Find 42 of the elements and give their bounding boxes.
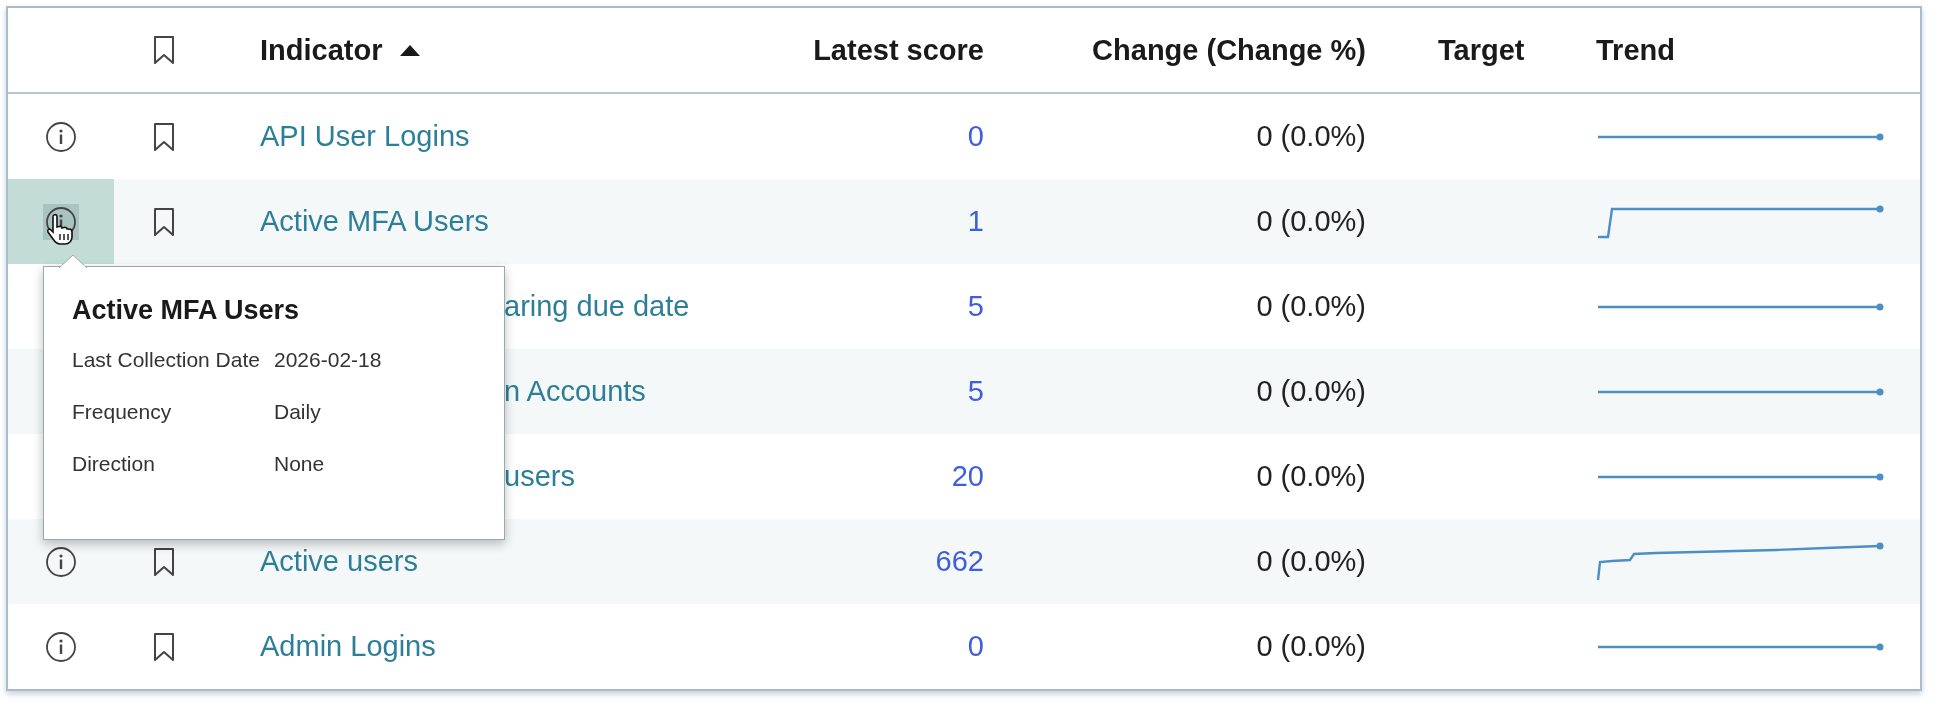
indicator-link[interactable]: Active users	[260, 545, 418, 578]
detail-value: None	[274, 452, 326, 476]
info-icon[interactable]	[45, 545, 77, 578]
bookmark-icon[interactable]	[153, 546, 175, 577]
detail-label: Last Collection Date	[72, 348, 261, 372]
indicator-link[interactable]: aring due date	[504, 290, 690, 323]
bookmark-icon[interactable]	[153, 631, 175, 662]
score-link[interactable]: 662	[935, 545, 984, 578]
detail-value: Daily	[274, 400, 322, 424]
column-header[interactable]: Indicator	[260, 33, 421, 67]
column-header[interactable]: Trend	[1596, 33, 1675, 67]
indicator-link[interactable]: API User Logins	[260, 120, 470, 153]
indicator-link[interactable]: n Accounts	[504, 375, 646, 408]
indicator-link[interactable]: users	[504, 460, 575, 493]
column-header[interactable]: Latest score	[813, 33, 984, 67]
detail-label: Frequency	[72, 400, 173, 424]
detail-label: Direction	[72, 452, 156, 476]
change-value: 0 (0.0%)	[1256, 545, 1366, 578]
score-link[interactable]: 0	[967, 120, 984, 153]
score-link[interactable]: 1	[967, 205, 984, 238]
change-value: 0 (0.0%)	[1256, 630, 1366, 663]
info-icon[interactable]	[45, 630, 77, 663]
score-link[interactable]: 5	[967, 290, 984, 323]
indicator-link[interactable]: Active MFA Users	[260, 205, 489, 238]
bookmark-icon[interactable]	[153, 206, 175, 237]
score-link[interactable]: 20	[951, 460, 984, 493]
change-value: 0 (0.0%)	[1256, 375, 1366, 408]
change-value: 0 (0.0%)	[1256, 290, 1366, 323]
column-header[interactable]: Change (Change %)	[1092, 33, 1366, 67]
bookmark-icon[interactable]	[153, 35, 175, 65]
score-link[interactable]: 5	[967, 375, 984, 408]
info-icon[interactable]	[45, 120, 77, 153]
column-header[interactable]: Target	[1438, 33, 1525, 67]
indicator-link[interactable]: Admin Logins	[260, 630, 436, 663]
tooltip-title: Active MFA Users	[72, 295, 301, 326]
change-value: 0 (0.0%)	[1256, 205, 1366, 238]
pointer-cursor-icon	[46, 213, 74, 245]
change-value: 0 (0.0%)	[1256, 120, 1366, 153]
score-link[interactable]: 0	[967, 630, 984, 663]
change-value: 0 (0.0%)	[1256, 460, 1366, 493]
bookmark-icon[interactable]	[153, 121, 175, 152]
detail-value: 2026-02-18	[274, 348, 383, 372]
